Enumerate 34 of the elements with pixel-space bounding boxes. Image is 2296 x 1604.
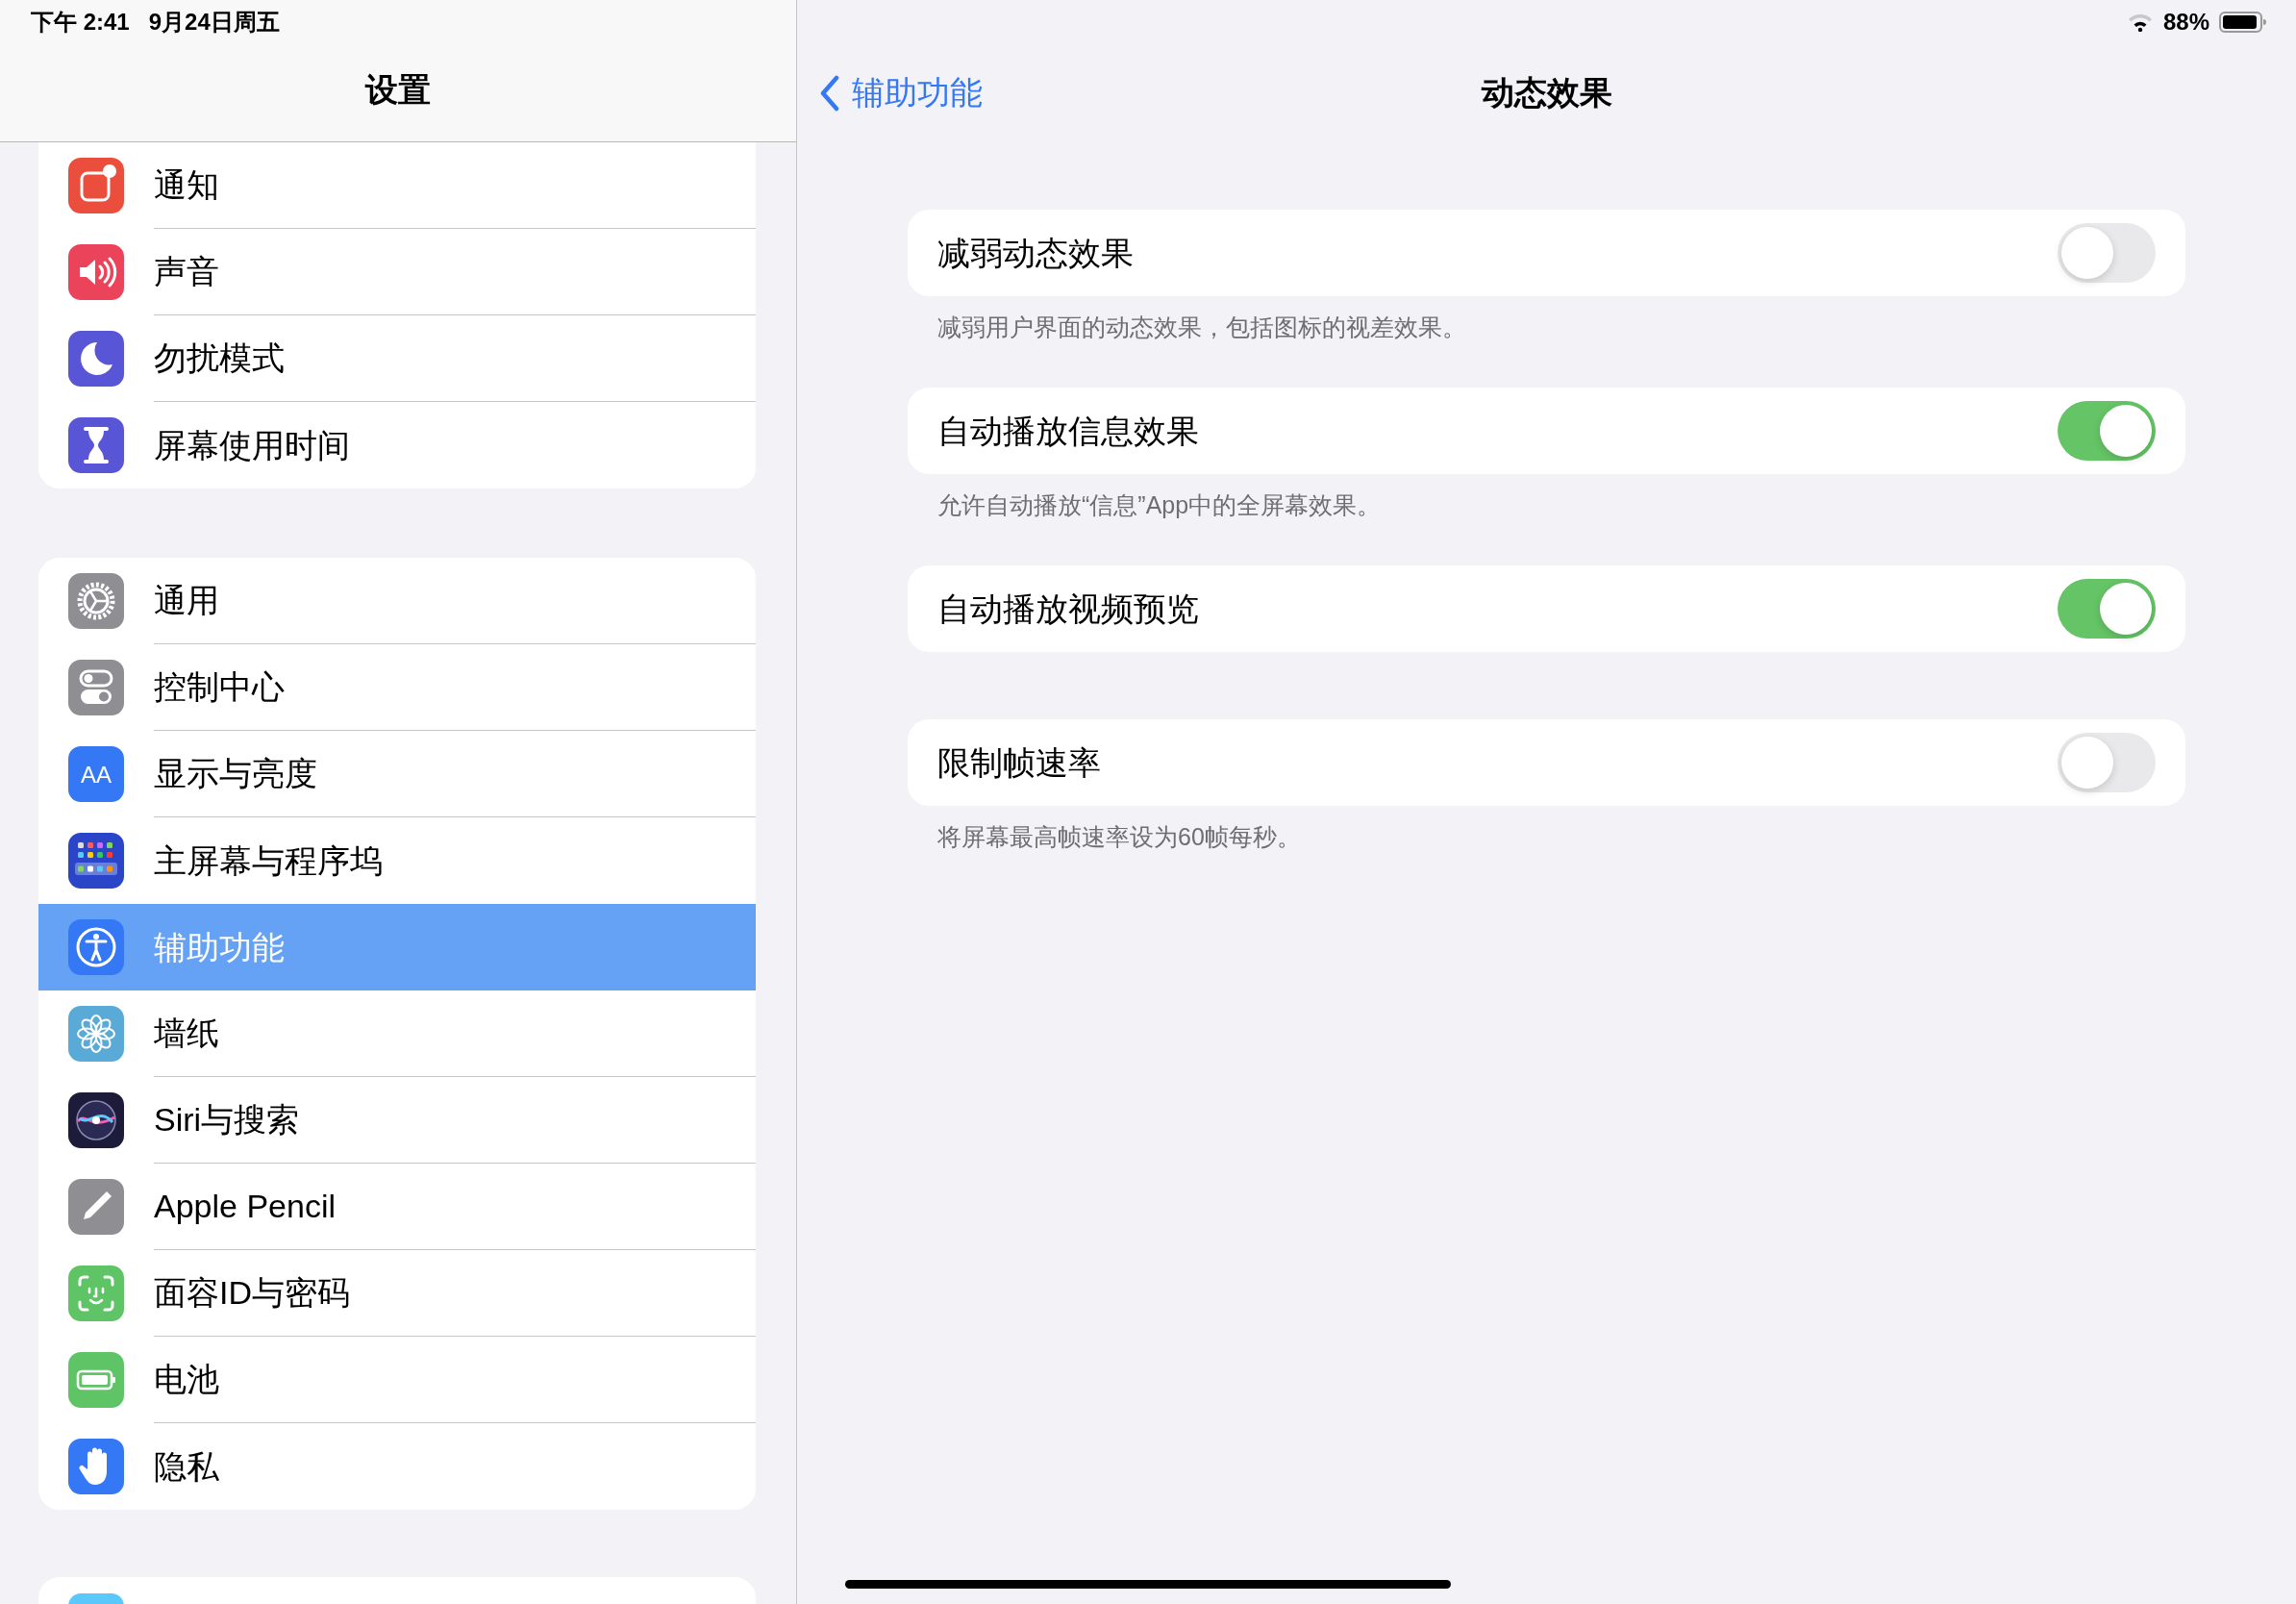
status-time: 下午 2:41	[31, 7, 130, 37]
toggles-icon	[68, 660, 124, 715]
bell-badge-icon	[68, 158, 124, 213]
battery-icon	[68, 1352, 124, 1408]
speaker-icon	[68, 244, 124, 300]
setting-label: 自动播放视频预览	[937, 589, 1199, 629]
battery-percentage: 88%	[2162, 7, 2209, 37]
text-size-icon: AA	[68, 746, 124, 802]
sidebar-title: 设置	[365, 69, 431, 110]
setting-description: 减弱用户界面的动态效果，包括图标的视差效果。	[937, 313, 1466, 340]
hourglass-icon	[68, 417, 124, 473]
flower-icon	[68, 1006, 124, 1062]
status-date: 9月24日周五	[148, 7, 280, 37]
toggle-switch[interactable]	[2058, 401, 2156, 461]
back-button[interactable]: 辅助功能	[819, 68, 983, 117]
battery-icon	[2219, 10, 2267, 34]
page-title: 动态效果	[1481, 73, 1612, 113]
moon-icon	[68, 331, 124, 387]
siri-orb-icon	[68, 1092, 124, 1148]
accessibility-icon	[68, 919, 124, 975]
pencil-icon	[68, 1179, 124, 1235]
chevron-left-icon	[819, 74, 840, 112]
setting-label: 自动播放信息效果	[937, 411, 1199, 451]
setting-description: 允许自动播放“信息”App中的全屏幕效果。	[937, 491, 1382, 518]
setting-label: 减弱动态效果	[937, 233, 1134, 273]
toggle-switch[interactable]	[2058, 223, 2156, 283]
setting-label: 限制帧速率	[937, 742, 1101, 783]
hand-icon	[68, 1439, 124, 1494]
face-scan-icon	[68, 1266, 124, 1321]
gear-icon	[68, 573, 124, 629]
setting-description: 将屏幕最高帧速率设为60帧每秒。	[937, 823, 1301, 850]
toggle-switch[interactable]	[2058, 579, 2156, 639]
app-grid-icon	[68, 833, 124, 889]
toggle-switch[interactable]	[2058, 733, 2156, 792]
